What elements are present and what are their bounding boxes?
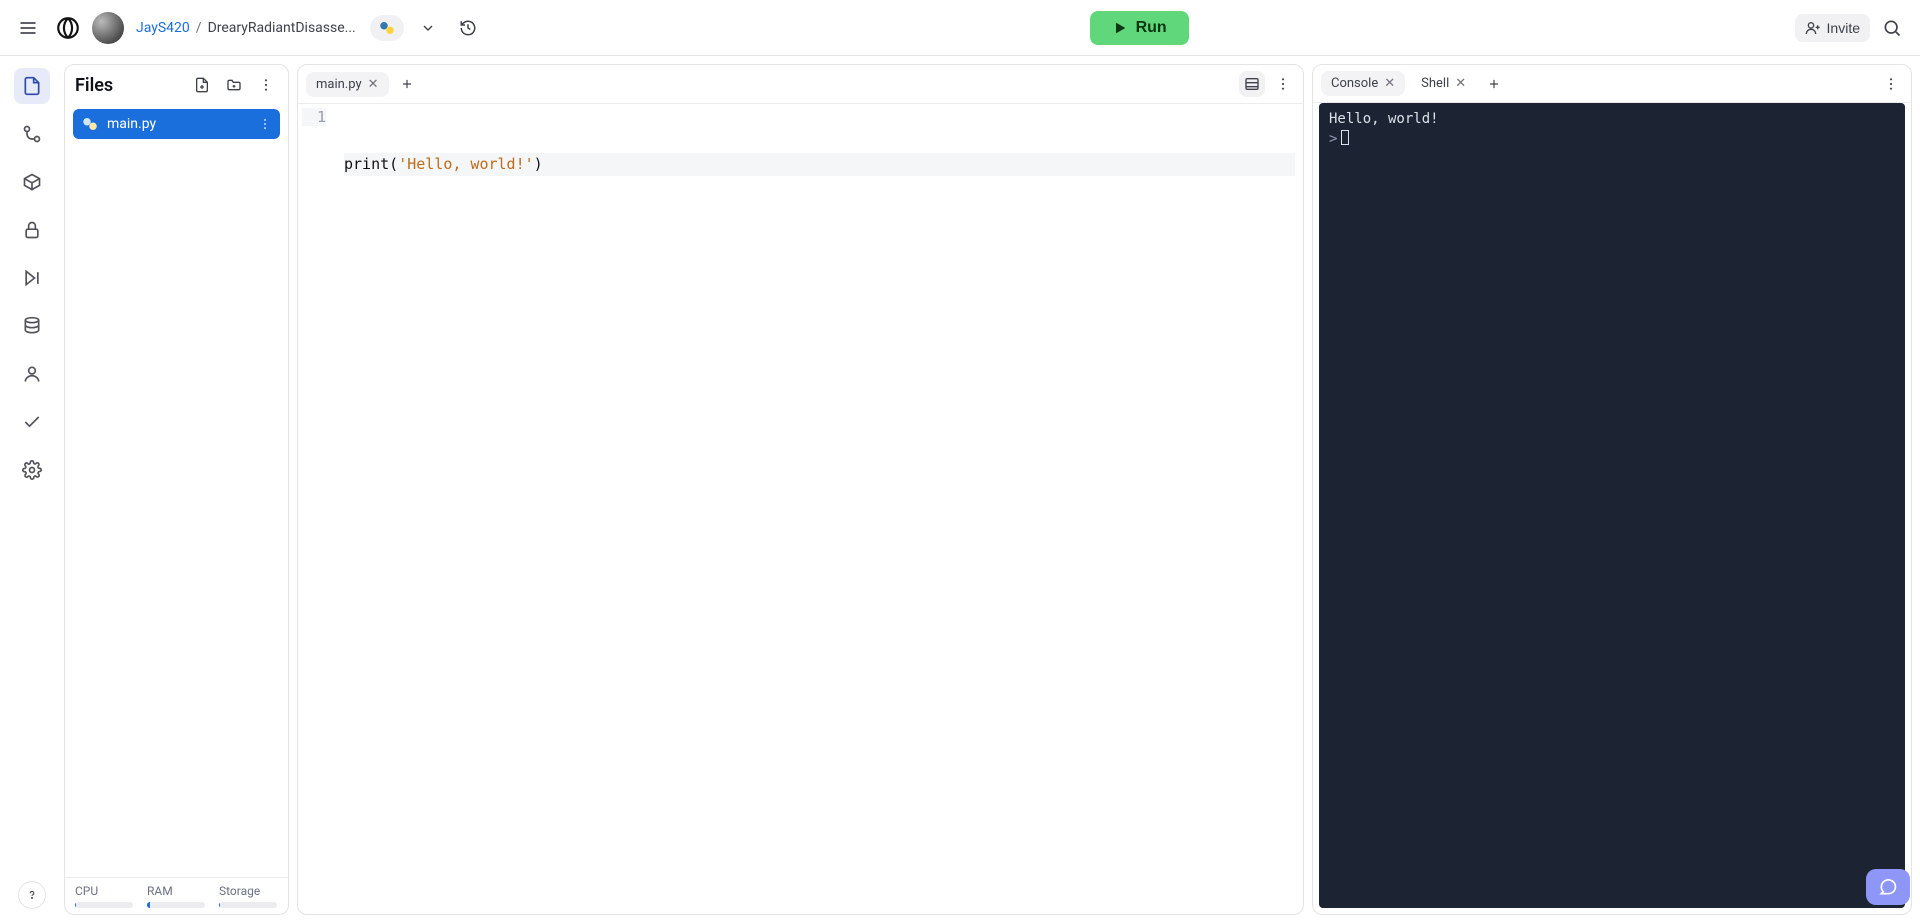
console-tabbar: Console ✕ Shell ✕ xyxy=(1313,65,1911,103)
left-rail xyxy=(8,64,56,915)
editor-content[interactable]: print('Hello, world!') xyxy=(336,104,1303,225)
checkmark-icon[interactable] xyxy=(14,404,50,440)
run-button-label: Run xyxy=(1136,19,1167,37)
app-header: JayS420 / DrearyRadiantDisasse... Run In… xyxy=(0,0,1920,56)
tab-console-label: Console xyxy=(1331,76,1378,91)
editor-gutter: 1 xyxy=(298,104,336,225)
language-selector[interactable] xyxy=(370,15,404,41)
python-file-icon xyxy=(81,115,99,133)
editor-tabbar: main.py ✕ xyxy=(298,65,1303,104)
debugger-icon[interactable] xyxy=(14,260,50,296)
meter-ram: RAM xyxy=(147,884,205,908)
meter-cpu-bar xyxy=(75,902,133,908)
header-right: Invite xyxy=(1795,12,1908,44)
meter-cpu-label: CPU xyxy=(75,884,133,898)
console-more-icon[interactable] xyxy=(1879,72,1903,96)
breadcrumb-user[interactable]: JayS420 xyxy=(136,20,190,36)
close-tab-icon[interactable]: ✕ xyxy=(1455,76,1466,91)
invite-button-label: Invite xyxy=(1827,20,1860,36)
editor-panel: main.py ✕ 1 print('Hello, world!') xyxy=(297,64,1304,915)
add-console-tab-icon[interactable] xyxy=(1482,72,1506,96)
editor-layout-icon[interactable] xyxy=(1239,71,1265,97)
run-button[interactable]: Run xyxy=(1090,11,1189,45)
replit-logo-icon[interactable] xyxy=(52,12,84,44)
meter-ram-label: RAM xyxy=(147,884,205,898)
chat-fab-icon[interactable] xyxy=(1866,869,1910,905)
files-icon[interactable] xyxy=(14,68,50,104)
file-item-label: main.py xyxy=(107,116,156,132)
search-icon[interactable] xyxy=(1876,12,1908,44)
meter-ram-bar xyxy=(147,902,205,908)
console-cursor xyxy=(1341,130,1349,145)
chevron-down-icon[interactable] xyxy=(412,12,444,44)
breadcrumb-sep: / xyxy=(196,20,202,36)
files-more-icon[interactable] xyxy=(254,73,278,97)
files-list: main.py xyxy=(65,105,288,877)
breadcrumb-project[interactable]: DrearyRadiantDisasse... xyxy=(208,20,356,36)
meter-storage-label: Storage xyxy=(219,884,277,898)
console-prompt: > xyxy=(1329,131,1337,147)
meter-cpu: CPU xyxy=(75,884,133,908)
close-tab-icon[interactable]: ✕ xyxy=(368,77,379,92)
file-item-main-py[interactable]: main.py xyxy=(73,109,280,139)
tab-console[interactable]: Console ✕ xyxy=(1321,71,1405,96)
tab-shell[interactable]: Shell ✕ xyxy=(1411,71,1476,96)
hamburger-menu-icon[interactable] xyxy=(12,12,44,44)
account-icon[interactable] xyxy=(14,356,50,392)
tab-shell-label: Shell xyxy=(1421,76,1449,91)
database-icon[interactable] xyxy=(14,308,50,344)
user-avatar[interactable] xyxy=(92,12,124,44)
meter-storage-bar xyxy=(219,902,277,908)
new-file-icon[interactable] xyxy=(190,73,214,97)
editor-more-icon[interactable] xyxy=(1271,72,1295,96)
help-icon[interactable] xyxy=(18,881,46,909)
close-tab-icon[interactable]: ✕ xyxy=(1384,76,1395,91)
file-item-more-icon[interactable] xyxy=(258,117,272,131)
files-panel-header: Files xyxy=(65,65,288,105)
files-panel: Files main.py CPU xyxy=(64,64,289,915)
breadcrumb: JayS420 / DrearyRadiantDisasse... xyxy=(136,20,356,36)
console-line: Hello, world! xyxy=(1329,111,1439,127)
console-output[interactable]: Hello, world! > xyxy=(1319,103,1905,908)
new-folder-icon[interactable] xyxy=(222,73,246,97)
line-number: 1 xyxy=(302,108,326,126)
app-body: Files main.py CPU xyxy=(0,56,1920,923)
editor-tab-label: main.py xyxy=(316,77,362,92)
add-tab-icon[interactable] xyxy=(395,72,419,96)
invite-button[interactable]: Invite xyxy=(1795,14,1870,42)
files-panel-title: Files xyxy=(75,75,182,96)
resource-meters: CPU RAM Storage xyxy=(65,877,288,914)
secrets-icon[interactable] xyxy=(14,212,50,248)
console-panel: Console ✕ Shell ✕ Hello, world! > xyxy=(1312,64,1912,915)
code-editor[interactable]: 1 print('Hello, world!') xyxy=(298,104,1303,225)
version-control-icon[interactable] xyxy=(14,116,50,152)
header-center: Run xyxy=(492,11,1787,45)
editor-tab-main-py[interactable]: main.py ✕ xyxy=(306,72,389,97)
meter-storage: Storage xyxy=(219,884,277,908)
history-icon[interactable] xyxy=(452,12,484,44)
settings-icon[interactable] xyxy=(14,452,50,488)
packages-icon[interactable] xyxy=(14,164,50,200)
